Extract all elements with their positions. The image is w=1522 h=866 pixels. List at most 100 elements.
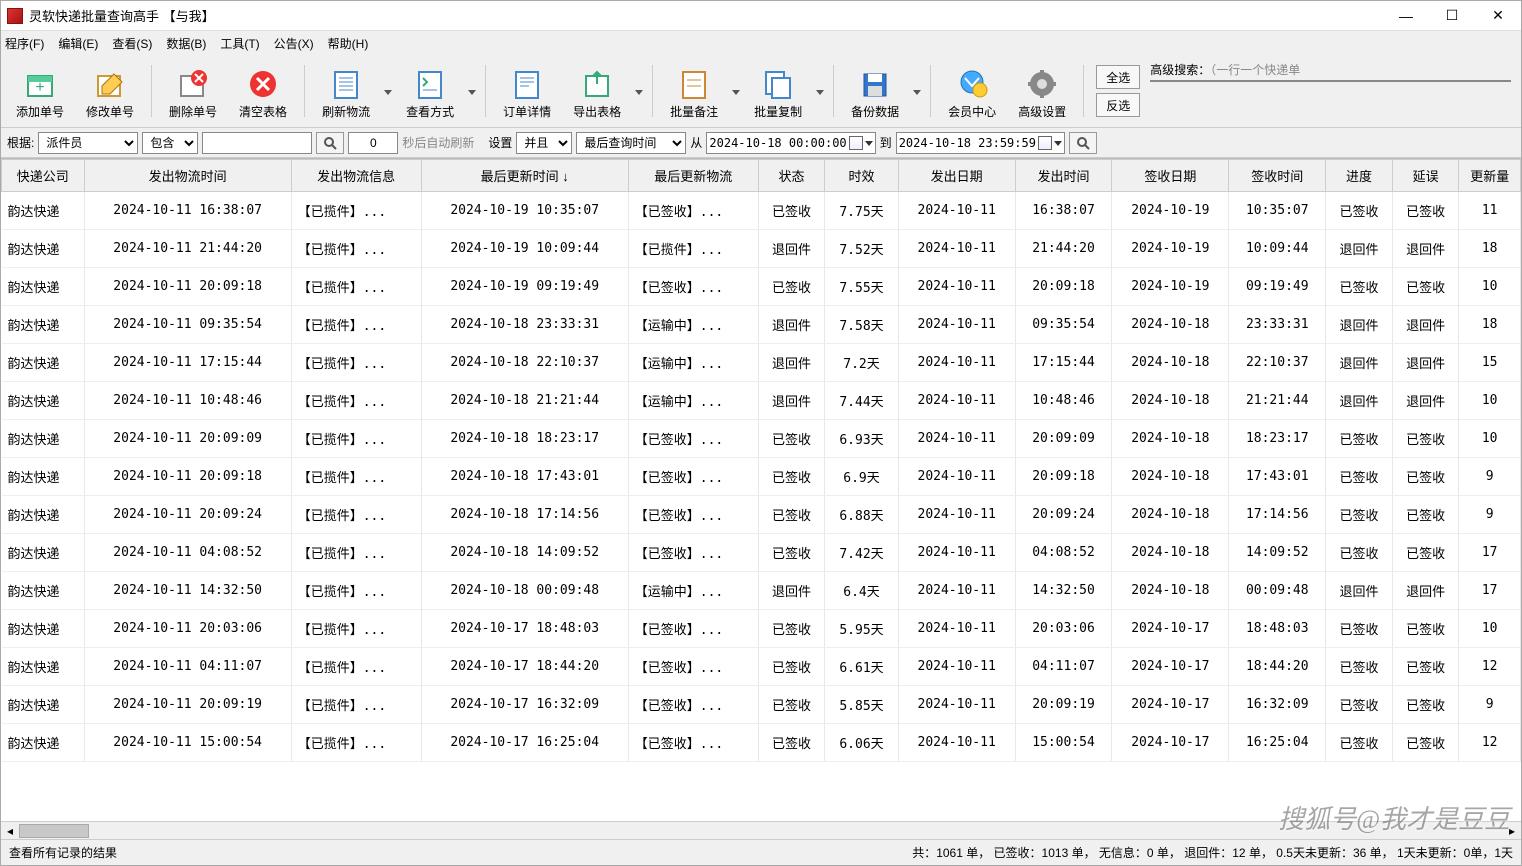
cell: 2024-10-11 04:08:52 [84, 534, 291, 572]
auto-refresh-seconds-input[interactable] [348, 132, 398, 154]
column-header[interactable]: 进度 [1326, 160, 1393, 192]
cell: 2024-10-19 [1112, 230, 1229, 268]
cell: 18 [1459, 306, 1521, 344]
timefield-select[interactable]: 最后查询时间 [576, 132, 686, 154]
menu-program[interactable]: 程序(F) [5, 35, 44, 52]
column-header[interactable]: 最后更新物流 [628, 160, 758, 192]
cell: 已签收 [1326, 192, 1393, 230]
table-row[interactable]: 韵达快递2024-10-11 17:15:44【已揽件】...2024-10-1… [2, 344, 1521, 382]
table-row[interactable]: 韵达快递2024-10-11 09:35:54【已揽件】...2024-10-1… [2, 306, 1521, 344]
field-select[interactable]: 派件员 [38, 132, 138, 154]
scroll-left-button[interactable]: ◂ [1, 822, 19, 840]
menu-tools[interactable]: 工具(T) [220, 35, 259, 52]
batchnote-dropdown[interactable] [729, 61, 743, 123]
table-row[interactable]: 韵达快递2024-10-11 16:38:07【已揽件】...2024-10-1… [2, 192, 1521, 230]
column-header[interactable]: 延误 [1392, 160, 1459, 192]
cell: 韵达快递 [2, 572, 85, 610]
cell: 7.44天 [825, 382, 898, 420]
cell: 退回件 [1326, 306, 1393, 344]
cell: 2024-10-18 [1112, 496, 1229, 534]
operator-select[interactable]: 包含 [142, 132, 198, 154]
export-dropdown[interactable] [632, 61, 646, 123]
cell: 10 [1459, 610, 1521, 648]
data-grid[interactable]: 快递公司发出物流时间发出物流信息最后更新时间 ↓最后更新物流状态时效发出日期发出… [1, 158, 1521, 821]
batch-note-button[interactable]: 批量备注 [659, 61, 729, 123]
table-row[interactable]: 韵达快递2024-10-11 20:09:09【已揽件】...2024-10-1… [2, 420, 1521, 458]
modify-order-button[interactable]: 修改单号 [75, 61, 145, 123]
column-header[interactable]: 签收时间 [1229, 160, 1326, 192]
horizontal-scrollbar[interactable]: ◂ ▸ [1, 821, 1521, 839]
delete-order-button[interactable]: 删除单号 [158, 61, 228, 123]
logic-select[interactable]: 并且 [516, 132, 572, 154]
menu-help[interactable]: 帮助(H) [328, 35, 369, 52]
filter-value-input[interactable] [202, 132, 312, 154]
cell: 20:03:06 [1015, 610, 1112, 648]
maximize-button[interactable]: ☐ [1429, 1, 1475, 31]
column-header[interactable]: 最后更新时间 ↓ [421, 160, 628, 192]
cell: 12 [1459, 724, 1521, 762]
menu-edit[interactable]: 编辑(E) [58, 35, 98, 52]
column-header[interactable]: 签收日期 [1112, 160, 1229, 192]
column-header[interactable]: 更新量 [1459, 160, 1521, 192]
select-all-button[interactable]: 全选 [1096, 65, 1140, 89]
table-row[interactable]: 韵达快递2024-10-11 10:48:46【已揽件】...2024-10-1… [2, 382, 1521, 420]
clear-table-button[interactable]: 清空表格 [228, 61, 298, 123]
settings-link[interactable]: 设置 [488, 134, 512, 151]
scroll-thumb[interactable] [19, 824, 89, 838]
cell: 2024-10-11 [898, 382, 1015, 420]
refresh-button[interactable]: 刷新物流 [311, 61, 381, 123]
table-row[interactable]: 韵达快递2024-10-11 20:09:19【已揽件】...2024-10-1… [2, 686, 1521, 724]
menu-view[interactable]: 查看(S) [112, 35, 152, 52]
column-header[interactable]: 发出物流时间 [84, 160, 291, 192]
advanced-settings-button[interactable]: 高级设置 [1007, 61, 1077, 123]
menu-notice[interactable]: 公告(X) [274, 35, 314, 52]
close-button[interactable]: ✕ [1475, 1, 1521, 31]
view-mode-button[interactable]: 查看方式 [395, 61, 465, 123]
add-order-button[interactable]: +添加单号 [5, 61, 75, 123]
vip-center-button[interactable]: 会员中心 [937, 61, 1007, 123]
table-row[interactable]: 韵达快递2024-10-11 14:32:50【已揽件】...2024-10-1… [2, 572, 1521, 610]
search-input[interactable] [1150, 80, 1511, 82]
order-detail-button[interactable]: 订单详情 [492, 61, 562, 123]
table-row[interactable]: 韵达快递2024-10-11 04:11:07【已揽件】...2024-10-1… [2, 648, 1521, 686]
viewmode-dropdown[interactable] [465, 61, 479, 123]
time-search-button[interactable] [1069, 132, 1097, 154]
table-row[interactable]: 韵达快递2024-10-11 21:44:20【已揽件】...2024-10-1… [2, 230, 1521, 268]
invert-selection-button[interactable]: 反选 [1096, 93, 1140, 117]
cell: 2024-10-11 20:09:18 [84, 268, 291, 306]
table-row[interactable]: 韵达快递2024-10-11 15:00:54【已揽件】...2024-10-1… [2, 724, 1521, 762]
batchcopy-dropdown[interactable] [813, 61, 827, 123]
table-row[interactable]: 韵达快递2024-10-11 04:08:52【已揽件】...2024-10-1… [2, 534, 1521, 572]
scroll-right-button[interactable]: ▸ [1503, 822, 1521, 840]
menu-data[interactable]: 数据(B) [166, 35, 206, 52]
cell: 2024-10-18 [1112, 382, 1229, 420]
cell: 【已签收】... [628, 724, 758, 762]
filter-search-button[interactable] [316, 132, 344, 154]
export-button[interactable]: 导出表格 [562, 61, 632, 123]
to-datetime-input[interactable]: 2024-10-18 23:59:59 [896, 132, 1065, 154]
table-row[interactable]: 韵达快递2024-10-11 20:09:18【已揽件】...2024-10-1… [2, 458, 1521, 496]
table-row[interactable]: 韵达快递2024-10-11 20:09:24【已揽件】...2024-10-1… [2, 496, 1521, 534]
refresh-dropdown[interactable] [381, 61, 395, 123]
column-header[interactable]: 快递公司 [2, 160, 85, 192]
column-header[interactable]: 发出物流信息 [291, 160, 421, 192]
column-header[interactable]: 发出时间 [1015, 160, 1112, 192]
cell: 2024-10-11 [898, 192, 1015, 230]
cell: 2024-10-18 [1112, 572, 1229, 610]
backup-button[interactable]: 备份数据 [840, 61, 910, 123]
batch-copy-button[interactable]: 批量复制 [743, 61, 813, 123]
column-header[interactable]: 发出日期 [898, 160, 1015, 192]
cell: 6.4天 [825, 572, 898, 610]
column-header[interactable]: 时效 [825, 160, 898, 192]
backup-dropdown[interactable] [910, 61, 924, 123]
from-datetime-input[interactable]: 2024-10-18 00:00:00 [706, 132, 875, 154]
table-row[interactable]: 韵达快递2024-10-11 20:03:06【已揽件】...2024-10-1… [2, 610, 1521, 648]
cell: 【已揽件】... [291, 534, 421, 572]
column-header[interactable]: 状态 [758, 160, 825, 192]
cell: 5.85天 [825, 686, 898, 724]
cell: 2024-10-18 14:09:52 [421, 534, 628, 572]
cell: 2024-10-11 [898, 648, 1015, 686]
table-row[interactable]: 韵达快递2024-10-11 20:09:18【已揽件】...2024-10-1… [2, 268, 1521, 306]
cell: 2024-10-11 [898, 534, 1015, 572]
minimize-button[interactable]: — [1383, 1, 1429, 31]
